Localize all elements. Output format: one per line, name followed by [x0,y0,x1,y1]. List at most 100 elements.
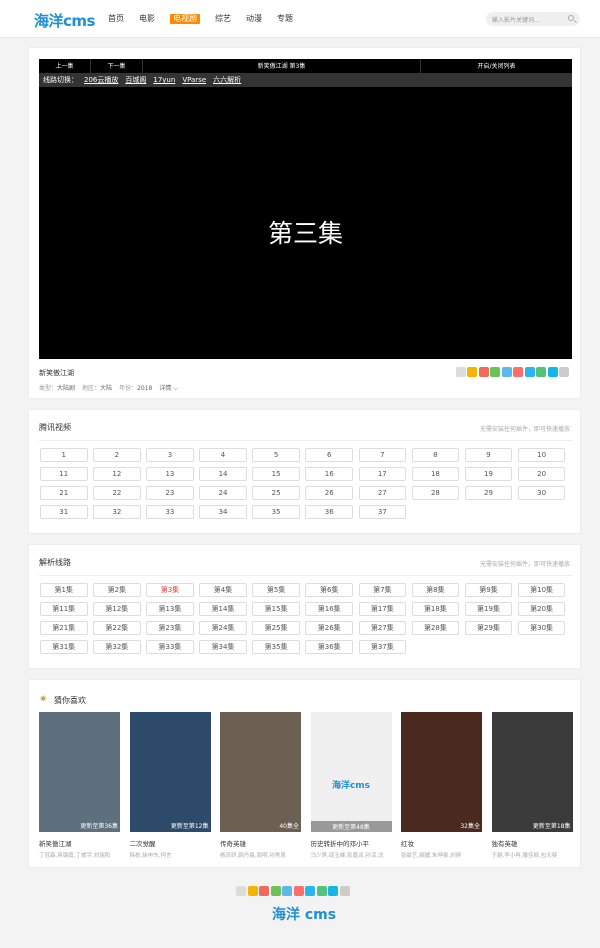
episode-button[interactable]: 15 [252,467,300,481]
episode-button[interactable]: 31 [40,505,88,519]
poster-image[interactable]: 更新至第18集 [491,712,573,832]
episode-button[interactable]: 第10集 [517,583,566,597]
share-icon[interactable] [247,886,258,896]
poster-title[interactable]: 新笑傲江湖 [39,838,120,848]
poster-image[interactable]: 32集全 [401,712,482,832]
episode-button[interactable]: 11 [40,467,88,481]
share-icon[interactable] [328,886,338,896]
episode-button[interactable]: 第32集 [93,640,141,654]
poster-title[interactable]: 红妆 [401,838,482,848]
episode-button[interactable]: 12 [93,467,141,481]
episode-button[interactable]: 33 [146,505,194,519]
poster-item[interactable]: 更新至第12集 二次觉醒 韩栋,徐申东,柯言 [129,712,211,859]
episode-button[interactable]: 27 [358,486,407,500]
episode-button[interactable]: 第28集 [411,621,460,635]
episode-button[interactable]: 7 [358,448,407,462]
site-logo[interactable]: 海洋cms [34,10,95,31]
episode-button[interactable]: 第8集 [411,583,460,597]
episode-button[interactable]: 第34集 [199,640,247,654]
episode-button[interactable]: 第14集 [199,602,247,616]
episode-button[interactable]: 第7集 [358,583,407,597]
episode-button[interactable]: 9 [464,448,513,462]
episode-button[interactable]: 第12集 [93,602,141,616]
nav-item[interactable]: 专题 [277,14,293,24]
episode-button[interactable]: 第22集 [93,621,141,635]
share-icon[interactable] [501,367,512,377]
episode-button[interactable]: 第36集 [305,640,353,654]
share-icon[interactable] [467,367,477,377]
episode-button[interactable]: 第4集 [199,583,247,597]
share-icon[interactable] [293,886,304,896]
episode-button[interactable]: 26 [305,486,353,500]
poster-image[interactable]: 更新至第12集 [129,712,211,832]
episode-button[interactable]: 第37集 [358,640,407,654]
episode-button[interactable]: 3 [146,448,194,462]
search-input[interactable]: 输入影片关键词... [492,15,540,24]
episode-button[interactable]: 第26集 [305,621,353,635]
episode-button[interactable]: 2 [93,448,141,462]
episode-button[interactable]: 21 [40,486,88,500]
episode-button[interactable]: 第13集 [146,602,194,616]
search-box[interactable]: 输入影片关键词... [486,12,580,26]
poster-title[interactable]: 独有英雄 [492,838,573,848]
poster-item[interactable]: 更新至第36集 新笑傲江湖 丁冠森,蒋璐霞,丁威宇,刘瑞阳 [39,712,120,859]
episode-button[interactable]: 32 [93,505,141,519]
poster-title[interactable]: 历史转折中的邓小平 [311,838,392,848]
share-icon[interactable] [236,886,246,896]
share-icon[interactable] [559,367,569,377]
episode-button[interactable]: 34 [199,505,247,519]
episode-button[interactable]: 第20集 [517,602,566,616]
episode-button[interactable]: 第31集 [40,640,88,654]
share-icon[interactable] [513,367,523,377]
episode-button[interactable]: 第15集 [252,602,300,616]
episode-button[interactable]: 第23集 [146,621,194,635]
episode-button[interactable]: 37 [358,505,407,519]
episode-button[interactable]: 5 [252,448,300,462]
poster-item[interactable]: 32集全 红妆 张歆艺,颖媛,朱坤俊,刘婷 [401,712,482,859]
episode-button[interactable]: 36 [305,505,353,519]
episode-button[interactable]: 19 [464,467,513,481]
share-icon[interactable] [455,367,466,377]
poster-image[interactable]: 更新至第36集 [39,712,120,832]
episode-button[interactable]: 35 [252,505,300,519]
detail-toggle[interactable]: 详情 ⌵ [159,383,177,393]
next-episode-button[interactable]: 下一集 [91,58,143,74]
toggle-list-button[interactable]: 开启/关闭列表 [421,59,572,74]
episode-button[interactable]: 25 [252,486,300,500]
prev-episode-button[interactable]: 上一集 [39,58,91,74]
episode-button[interactable]: 第9集 [464,583,513,597]
episode-button[interactable]: 第33集 [146,640,194,654]
episode-button[interactable]: 1 [40,448,88,462]
line-option[interactable]: 206云播放 [84,76,118,84]
share-icon[interactable] [478,367,489,377]
episode-button[interactable]: 13 [146,467,194,481]
episode-button[interactable]: 第17集 [358,602,407,616]
episode-button[interactable]: 24 [199,486,247,500]
episode-button[interactable]: 6 [305,448,353,462]
poster-title[interactable]: 传奇英雄 [220,838,301,848]
episode-button[interactable]: 第1集 [40,583,88,597]
share-icon[interactable] [536,367,546,377]
share-icon[interactable] [339,886,350,896]
episode-button[interactable]: 17 [358,467,407,481]
poster-item[interactable]: 海洋cms 更新至第48集 历史转折中的邓小平 马少骅,邵玉峰,张嘉译,孙淳,沈 [310,712,392,859]
nav-item[interactable]: 动漫 [246,14,262,24]
episode-button[interactable]: 第19集 [464,602,513,616]
share-icon[interactable] [547,367,558,377]
episode-button[interactable]: 第27集 [358,621,407,635]
nav-item[interactable]: 电影 [139,14,155,24]
episode-button[interactable]: 第21集 [40,621,88,635]
share-icon[interactable] [316,886,327,896]
share-icon[interactable] [490,367,500,377]
episode-button[interactable]: 第24集 [199,621,247,635]
episode-button[interactable]: 22 [93,486,141,500]
share-icon[interactable] [259,886,269,896]
poster-item[interactable]: 40集全 传奇英雄 杨蕊妤,颜丹晨,周明,孙常恩 [220,712,301,859]
episode-button[interactable]: 第18集 [411,602,460,616]
share-icon[interactable] [305,886,315,896]
poster-item[interactable]: 更新至第18集 独有英雄 于越,李小冉,滕佳颖,包天斐 [491,712,573,859]
share-icon[interactable] [270,886,281,896]
line-option[interactable]: 百城阁 [125,76,146,84]
line-option[interactable]: VParse [182,76,206,84]
episode-button[interactable]: 28 [411,486,460,500]
